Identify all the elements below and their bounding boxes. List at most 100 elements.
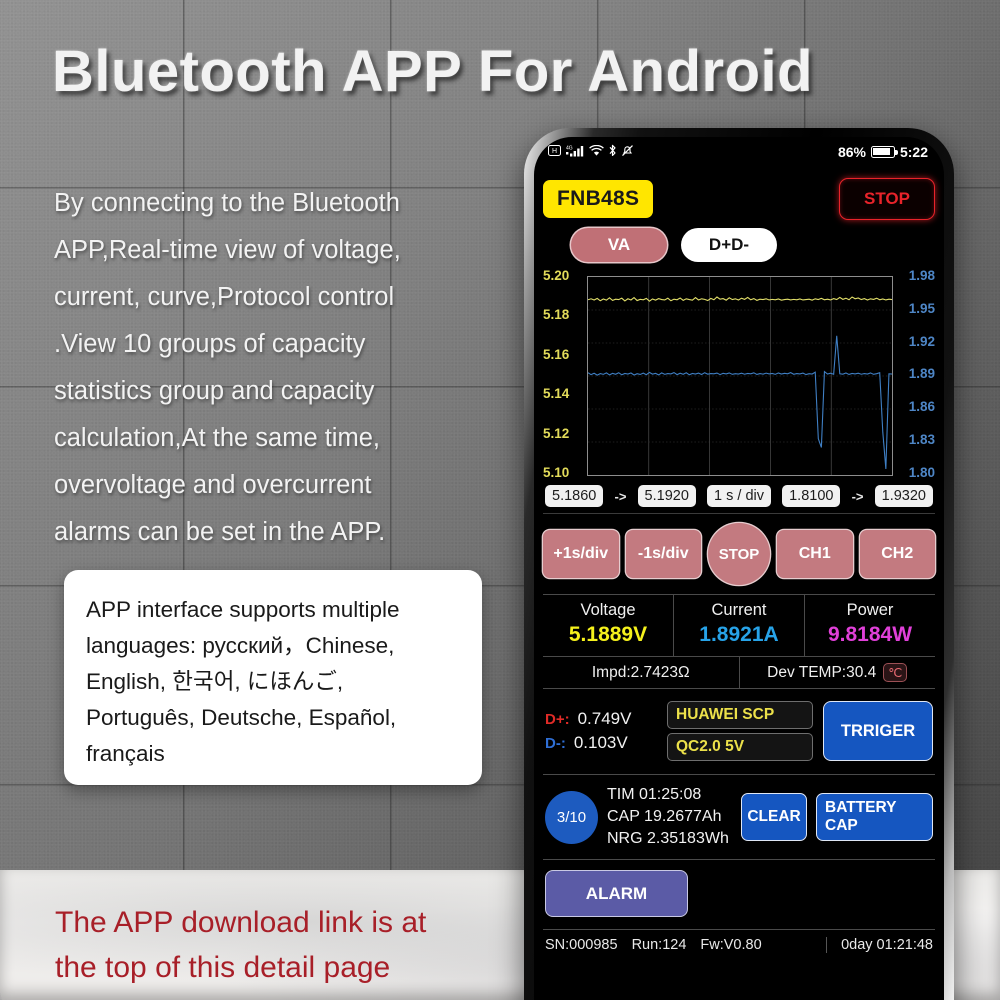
download-note-line: the top of this detail page (55, 951, 391, 984)
intro-line: By connecting to the Bluetooth (54, 189, 400, 217)
alarm-panel: ALARM (543, 860, 935, 930)
alarm-button[interactable]: ALARM (545, 870, 688, 917)
axis-tick: 1.86 (908, 399, 935, 415)
dplus-value: 0.749V (577, 709, 632, 728)
power-label: Power (846, 601, 894, 619)
axis-tick: 1.80 (908, 464, 935, 480)
chart-controls: +1s/div -1s/div STOP CH1 CH2 (543, 523, 935, 585)
chart-svg (588, 277, 892, 475)
stop-button-top[interactable]: STOP (839, 178, 935, 220)
arrow-icon: -> (614, 488, 627, 504)
data-line-panel: D+: 0.749V D-: 0.103V HUAWEI SCP QC2.0 5… (543, 689, 935, 775)
language-card-line: APP interface supports multiple (86, 597, 400, 622)
firmware-version: Fw:V0.80 (700, 937, 762, 953)
download-link-note: The APP download link is at the top of t… (55, 900, 525, 990)
device-name-badge[interactable]: FNB48S (543, 180, 654, 218)
increase-timebase-button[interactable]: +1s/div (543, 530, 619, 578)
axis-tick: 1.83 (908, 432, 935, 448)
trigger-button[interactable]: TRRIGER (823, 701, 933, 761)
serial-number: SN:000985 (545, 937, 618, 953)
app-content: FNB48S STOP VA D+D- 5.20 5.18 5.16 5.14 … (534, 172, 944, 960)
axis-tick: 5.18 (543, 307, 570, 323)
page-title: Bluetooth APP For Android (52, 39, 814, 104)
dminus-value: 0.103V (573, 733, 628, 752)
wifi-icon (589, 144, 604, 159)
current-value: 1.8921A (699, 623, 779, 646)
intro-line: .View 10 groups of capacity (54, 330, 366, 358)
capacity-charge: CAP 19.2677Ah (607, 808, 722, 825)
chart-plot-area (587, 276, 893, 476)
intro-line: current, curve,Protocol control (54, 283, 395, 311)
intro-line: alarms can be set in the APP. (54, 518, 386, 546)
protocol-secondary-field[interactable]: QC2.0 5V (667, 733, 813, 761)
bluetooth-icon (608, 144, 617, 159)
impedance-value: Impd:2.7423Ω (591, 663, 690, 681)
chart-right-axis-ticks: 1.98 1.95 1.92 1.89 1.86 1.83 1.80 (897, 268, 935, 480)
current-label: Current (711, 601, 767, 619)
current-min-field[interactable]: 1.8100 (782, 485, 841, 507)
voltage-measurement: Voltage 5.1889V (543, 595, 673, 656)
phone-mockup: H 4G 86% 5:22 FNB48S STOP VA D+D- 5.20 5… (524, 128, 954, 1000)
dminus-label: D-: (545, 735, 566, 752)
intro-line: statistics group and capacity (54, 377, 375, 405)
language-support-card: APP interface supports multiple language… (64, 570, 482, 785)
chart-left-axis-ticks: 5.20 5.18 5.16 5.14 5.12 5.10 (543, 268, 585, 480)
dplus-row: D+: 0.749V (545, 709, 657, 729)
realtime-chart[interactable]: 5.20 5.18 5.16 5.14 5.12 5.10 1.98 1.95 … (543, 268, 935, 480)
svg-text:4G: 4G (566, 146, 573, 152)
temperature-unit-badge[interactable]: ℃ (883, 663, 908, 682)
uptime: 0day 01:21:48 (826, 937, 933, 953)
dplus-label: D+: (545, 711, 570, 728)
run-count: Run:124 (631, 937, 687, 953)
protocol-fields: HUAWEI SCP QC2.0 5V (667, 697, 813, 765)
current-measurement: Current 1.8921A (673, 595, 804, 656)
status-bar-right: 86% 5:22 (838, 144, 928, 160)
power-measurement: Power 9.8184W (804, 595, 935, 656)
4g-signal-icon: 4G (565, 144, 585, 159)
axis-tick: 1.98 (908, 268, 935, 283)
chart-series-voltage (588, 297, 892, 301)
secondary-measurement-row: Impd:2.7423Ω Dev TEMP:30.4 ℃ (543, 657, 935, 689)
language-card-line: English, 한국어, にほんご, (86, 669, 344, 694)
axis-tick: 1.89 (908, 366, 935, 382)
current-max-field[interactable]: 1.9320 (874, 485, 933, 507)
axis-tick: 5.12 (543, 425, 570, 441)
mute-bell-icon (621, 144, 634, 159)
tab-va[interactable]: VA (571, 228, 667, 262)
battery-cap-button[interactable]: BATTERY CAP (816, 793, 933, 841)
status-bar: H 4G 86% 5:22 (534, 137, 944, 166)
intro-line: calculation,At the same time, (54, 424, 380, 452)
capacity-energy: NRG 2.35183Wh (607, 830, 729, 847)
axis-tick: 5.20 (543, 268, 570, 283)
clear-button[interactable]: CLEAR (741, 793, 807, 841)
decrease-timebase-button[interactable]: -1s/div (625, 530, 701, 578)
language-card-line: Português, Deutsche, Español, (86, 705, 397, 730)
stop-button-chart[interactable]: STOP (708, 523, 770, 585)
capacity-statistics: TIM 01:25:08 CAP 19.2677Ah NRG 2.35183Wh (607, 784, 732, 850)
device-temperature: Dev TEMP:30.4 ℃ (738, 657, 936, 688)
tab-dplus-dminus[interactable]: D+D- (681, 228, 777, 262)
voltage-max-field[interactable]: 5.1920 (637, 485, 696, 507)
status-clock: 5:22 (899, 143, 928, 160)
voltage-min-field[interactable]: 5.1860 (545, 485, 604, 507)
download-note-line: The APP download link is at (55, 906, 427, 939)
protocol-primary-field[interactable]: HUAWEI SCP (667, 701, 813, 729)
axis-tick: 5.14 (543, 386, 570, 402)
timebase-field[interactable]: 1 s / div (707, 485, 771, 507)
voltage-label: Voltage (580, 601, 636, 619)
intro-paragraph: By connecting to the Bluetooth APP,Real-… (54, 180, 494, 556)
app-footer: SN:000985 Run:124 Fw:V0.80 0day 01:21:48 (543, 930, 935, 960)
language-card-line: languages: русский，Chinese, (86, 633, 395, 658)
data-line-values: D+: 0.749V D-: 0.103V (545, 705, 657, 757)
chart-series-current (588, 336, 892, 469)
mode-tab-group: VA D+D- (543, 228, 935, 262)
arrow-icon: -> (851, 488, 864, 504)
dminus-row: D-: 0.103V (545, 733, 657, 753)
capacity-panel: 3/10 TIM 01:25:08 CAP 19.2677Ah NRG 2.35… (543, 775, 935, 860)
channel-2-button[interactable]: CH2 (859, 530, 935, 578)
axis-tick: 5.10 (543, 464, 570, 480)
channel-1-button[interactable]: CH1 (777, 530, 853, 578)
capacity-group-badge[interactable]: 3/10 (545, 790, 598, 844)
hd-call-icon: H (548, 145, 561, 158)
axis-tick: 5.16 (543, 346, 570, 362)
